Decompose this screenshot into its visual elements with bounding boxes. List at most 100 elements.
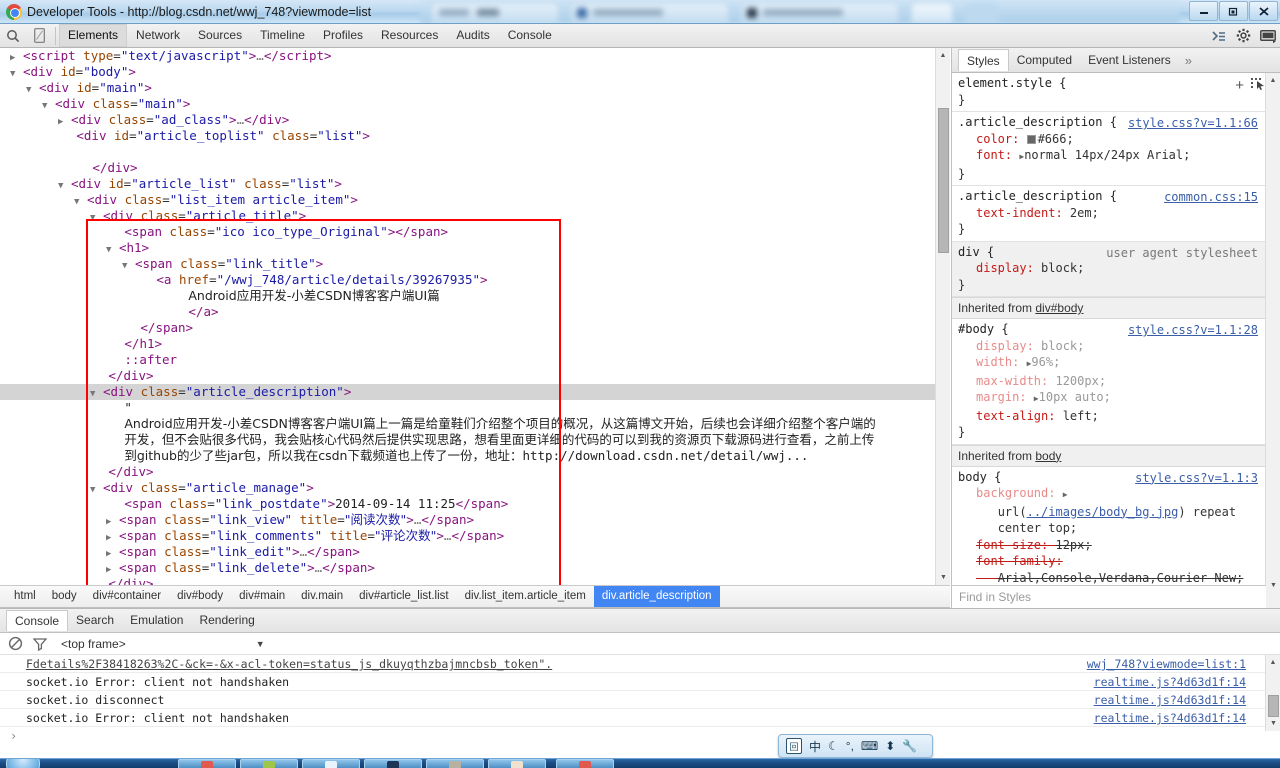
disclosure-triangle-open[interactable]: ▼ xyxy=(122,261,127,271)
css-rule-origin[interactable]: style.css?v=1.1:3 xyxy=(1135,470,1258,487)
css-selector[interactable]: .article_description { xyxy=(958,189,1117,203)
dom-node-line[interactable]: ▼ <div id="article_list" class="list"> xyxy=(0,176,935,192)
dom-node-line[interactable]: ▼ <h1> xyxy=(0,240,935,256)
tab-event-listeners[interactable]: Event Listeners xyxy=(1080,49,1179,71)
chinese-mode-icon[interactable]: 中 xyxy=(809,738,821,755)
dom-node-line[interactable]: ▶ <span class="link_view" title="阅读次数">…… xyxy=(0,512,935,528)
breadcrumb-item[interactable]: div.list_item.article_item xyxy=(457,586,594,607)
breadcrumb-item[interactable]: html xyxy=(6,586,44,607)
styles-scrollbar[interactable]: ▲ ▼ xyxy=(1265,73,1280,608)
dom-node-line[interactable]: </h1> xyxy=(0,336,935,352)
css-rule[interactable]: element.style {} xyxy=(952,73,1266,112)
dom-node-line[interactable]: ▼ <div class="list_item article_item"> xyxy=(0,192,935,208)
css-declaration[interactable]: max-width: 1200px; xyxy=(958,373,1260,390)
dom-node-line[interactable]: ▼ <div class="main"> xyxy=(0,96,935,112)
dom-node-line[interactable]: 到github的少了些jar包，所以我在csdn下载频道也上传了一份，地址：ht… xyxy=(0,448,935,464)
breadcrumb-item[interactable]: body xyxy=(44,586,85,607)
console-message[interactable]: Fdetails%2F38418263%2C-&ck=-&x-acl-token… xyxy=(0,655,1280,673)
find-in-styles-input[interactable]: Find in Styles xyxy=(952,585,1266,608)
styles-panel-tabs[interactable]: Styles Computed Event Listeners » xyxy=(952,48,1280,73)
css-selector[interactable]: #body { xyxy=(958,322,1009,336)
tab-console[interactable]: Console xyxy=(499,24,561,47)
dom-node-line[interactable] xyxy=(0,144,935,160)
dom-node-line[interactable]: ▼ <div class="article_manage"> xyxy=(0,480,935,496)
console-message-list[interactable]: Fdetails%2F38418263%2C-&ck=-&x-acl-token… xyxy=(0,655,1280,727)
disclosure-triangle-open[interactable]: ▼ xyxy=(26,85,31,95)
console-message-source-link[interactable]: realtime.js?4d63d1f:14 xyxy=(1094,709,1246,726)
css-rule-origin[interactable]: style.css?v=1.1:66 xyxy=(1128,115,1258,132)
breadcrumb-item[interactable]: div.main xyxy=(293,586,351,607)
console-prompt[interactable]: › xyxy=(0,727,1280,745)
disclosure-triangle-closed[interactable]: ▶ xyxy=(106,517,111,527)
search-icon[interactable] xyxy=(0,24,26,47)
dom-node-line[interactable]: 开发，但不会贴很多代码，我会贴核心代码然后提供实现思路，想看里面更详细的代码的可… xyxy=(0,432,935,448)
breadcrumb-item[interactable]: div.article_description xyxy=(593,586,720,607)
chevron-down-icon[interactable]: ▼ xyxy=(256,639,265,649)
tab-profiles[interactable]: Profiles xyxy=(314,24,372,47)
dom-node-line[interactable]: ▶ <script type="text/javascript">…</scri… xyxy=(0,48,935,64)
inherited-from-link[interactable]: body xyxy=(1035,449,1061,463)
tab-styles[interactable]: Styles xyxy=(958,49,1009,71)
dom-node-line[interactable]: ▼ <div class="article_title"> xyxy=(0,208,935,224)
console-scroll-thumb[interactable] xyxy=(1268,695,1279,717)
tab-drawer-emulation[interactable]: Emulation xyxy=(122,610,191,631)
dom-node-line[interactable]: </a> xyxy=(0,304,935,320)
inherited-from-link[interactable]: div#body xyxy=(1035,301,1083,315)
breadcrumb-item[interactable]: div#article_list.list xyxy=(351,586,456,607)
background-browser-tabs[interactable] xyxy=(420,0,1180,23)
dom-node-line[interactable]: ▶ <span class="link_comments" title="评论次… xyxy=(0,528,935,544)
css-declaration[interactable]: font-family: xyxy=(958,553,1260,570)
styles-scroll-up-arrow[interactable]: ▲ xyxy=(1266,73,1280,88)
dom-node-line[interactable]: </div> xyxy=(0,464,935,480)
css-url-link[interactable]: ../images/body_bg.jpg xyxy=(1027,505,1179,519)
input-method-icon[interactable]: ⬍ xyxy=(885,739,895,753)
console-message[interactable]: socket.io disconnect realtime.js?4d63d1f:… xyxy=(0,691,1280,709)
devtools-panel-tabs[interactable]: Elements Network Sources Timeline Profil… xyxy=(59,24,561,47)
disclosure-triangle-open[interactable]: ▼ xyxy=(42,101,47,111)
breadcrumb-item[interactable]: div#main xyxy=(231,586,293,607)
color-swatch[interactable] xyxy=(1026,134,1036,144)
styles-rules-list[interactable]: element.style {} .article_description { st… xyxy=(952,73,1266,593)
dom-node-line[interactable]: ▼ <div id="body"> xyxy=(0,64,935,80)
ime-logo-icon[interactable]: 回 xyxy=(786,738,802,754)
restore-button[interactable] xyxy=(1219,1,1248,21)
scroll-up-arrow[interactable]: ▲ xyxy=(936,48,950,63)
css-declaration[interactable]: text-indent: 2em; xyxy=(958,205,1260,222)
console-scrollbar[interactable]: ▲ ▼ xyxy=(1265,655,1280,731)
moon-icon[interactable]: ☾ xyxy=(828,739,839,753)
tab-sources[interactable]: Sources xyxy=(189,24,251,47)
scroll-down-arrow[interactable]: ▼ xyxy=(936,570,950,585)
dom-node-line[interactable]: <div id="article_toplist" class="list"> xyxy=(0,128,935,144)
css-rule[interactable]: div {user agent stylesheet display: block… xyxy=(952,241,1266,297)
minimize-button[interactable] xyxy=(1189,1,1218,21)
css-declaration[interactable]: center top; xyxy=(958,520,1260,537)
console-message[interactable]: socket.io Error: client not handshaken re… xyxy=(0,709,1280,727)
windows-taskbar[interactable] xyxy=(0,758,1280,768)
breadcrumb-item[interactable]: div#container xyxy=(85,586,169,607)
console-drawer-icon[interactable] xyxy=(1211,29,1227,43)
settings-wrench-icon[interactable]: 🔧 xyxy=(902,739,917,753)
start-button[interactable] xyxy=(6,759,40,768)
disclosure-triangle-open[interactable]: ▼ xyxy=(10,69,15,79)
css-selector[interactable]: element.style { xyxy=(958,76,1066,90)
dom-node-line[interactable]: ▼ <div id="main"> xyxy=(0,80,935,96)
frame-selector[interactable]: <top frame> xyxy=(61,637,126,651)
dom-node-line[interactable]: </div> xyxy=(0,368,935,384)
dom-node-line[interactable]: ▶ <div class="ad_class">…</div> xyxy=(0,112,935,128)
dock-icon[interactable] xyxy=(1260,29,1276,43)
css-selector[interactable]: body { xyxy=(958,470,1001,484)
dom-node-line[interactable]: ▶ <span class="link_delete">…</span> xyxy=(0,560,935,576)
tab-resources[interactable]: Resources xyxy=(372,24,447,47)
disclosure-triangle-open[interactable]: ▼ xyxy=(90,389,95,399)
css-declaration[interactable]: font: ▶normal 14px/24px Arial; xyxy=(958,147,1260,166)
filter-icon[interactable] xyxy=(33,637,47,651)
punctuation-icon[interactable]: °, xyxy=(846,739,854,753)
more-tabs-icon[interactable]: » xyxy=(1185,53,1192,68)
css-selector[interactable]: div { xyxy=(958,245,994,259)
disclosure-triangle-open[interactable]: ▼ xyxy=(58,181,63,191)
css-declaration[interactable]: background: ▶ xyxy=(958,485,1260,504)
tab-audits[interactable]: Audits xyxy=(447,24,498,47)
dom-node-line[interactable]: <a href="/wwj_748/article/details/392679… xyxy=(0,272,935,288)
disclosure-triangle-closed[interactable]: ▶ xyxy=(106,565,111,575)
disclosure-triangle-closed[interactable]: ▶ xyxy=(10,53,15,63)
